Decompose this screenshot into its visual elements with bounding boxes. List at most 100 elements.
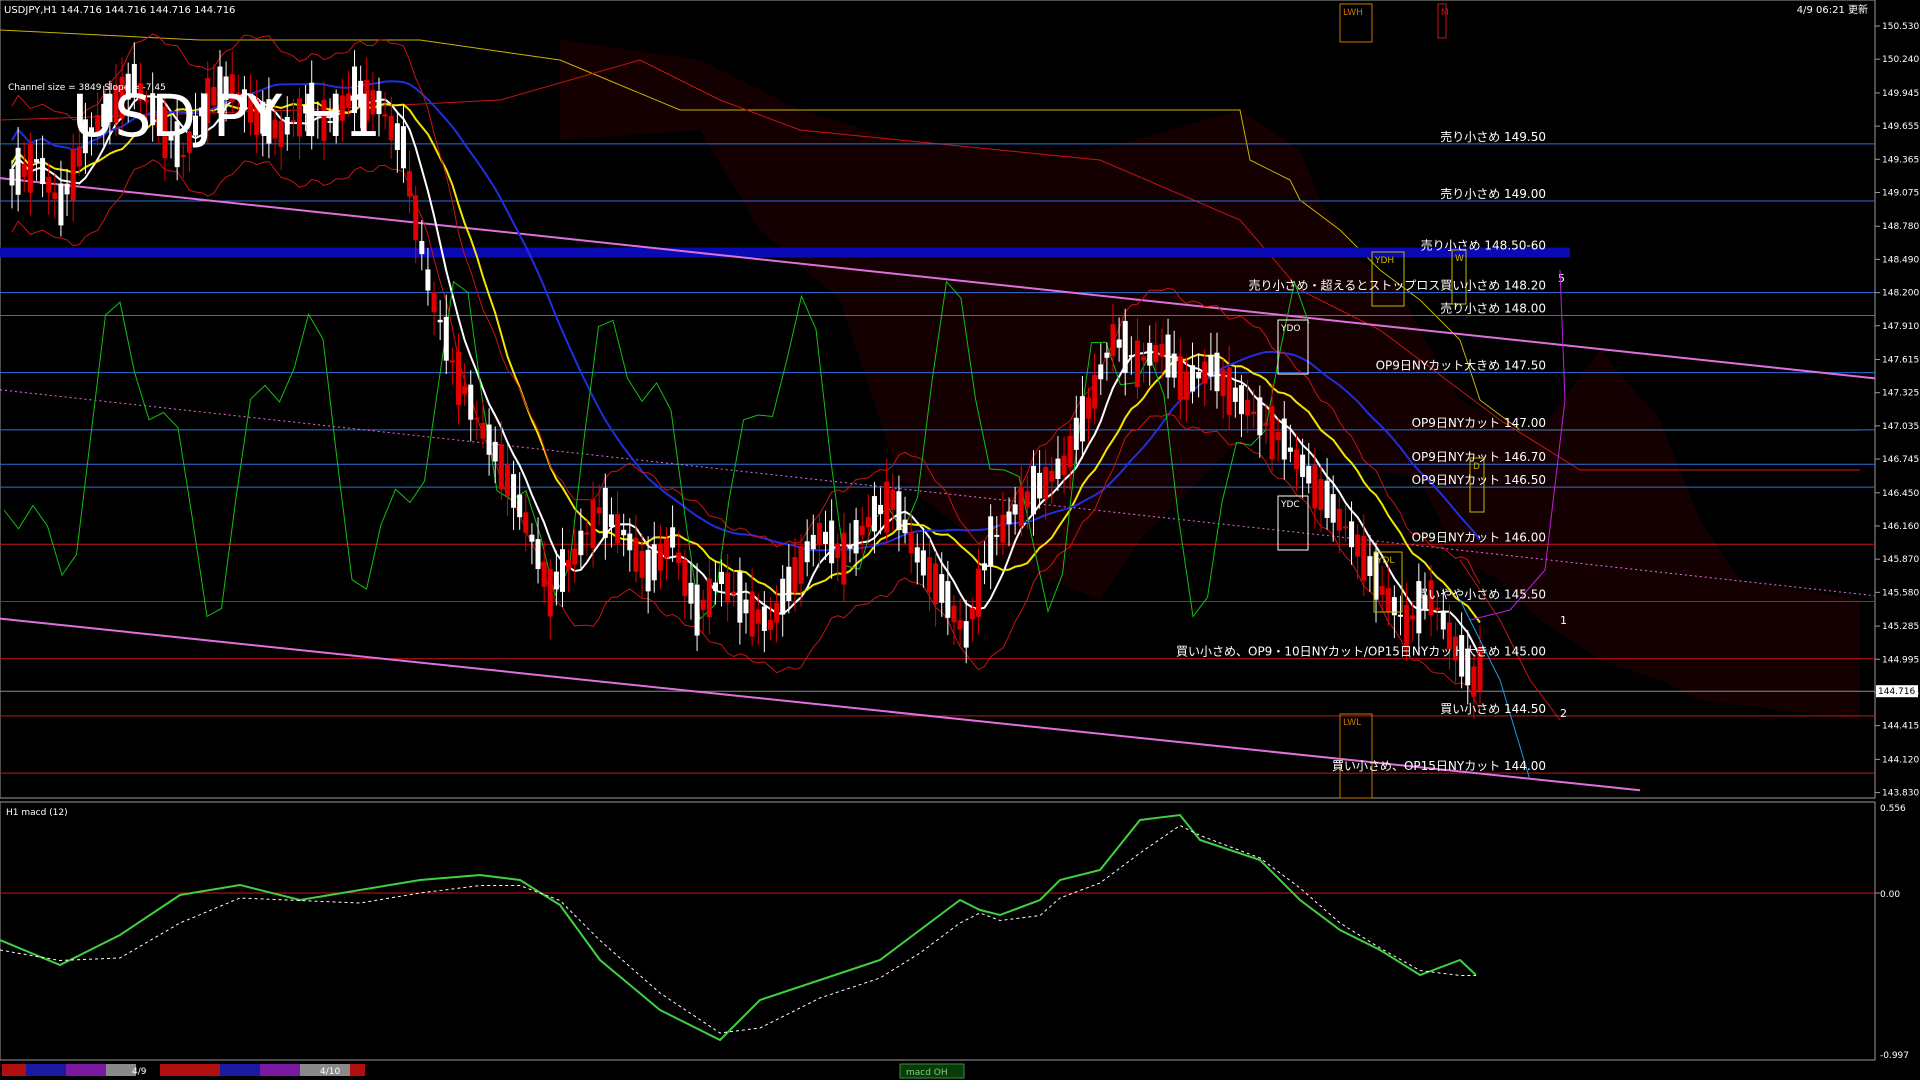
axis-tick-label: 150.240	[1882, 55, 1919, 65]
m-label: M	[1441, 8, 1449, 18]
forex-chart[interactable]: LWH MYDHYDOYDCYDLLWLDW125 売り小さめ 149.50売り小…	[0, 0, 1920, 1080]
axis-tick-label: 145.870	[1882, 555, 1919, 565]
candle-body	[804, 541, 810, 563]
candle-body	[486, 424, 492, 455]
candle-body	[706, 578, 712, 618]
candle-body	[1098, 364, 1104, 380]
level-label: 買い小さめ、OP15日NYカット 144.00	[1332, 759, 1546, 773]
candle-body	[1404, 605, 1410, 649]
candle-body	[1165, 334, 1171, 378]
level-label: OP9日NYカット 146.50	[1412, 473, 1546, 487]
candle-body	[1128, 355, 1134, 358]
macd-tab-label[interactable]: macd OH	[906, 1068, 948, 1078]
candle-body	[927, 557, 932, 593]
level-label: 買い小さめ、OP9・10日NYカット/OP15日NYカット大きめ 145.00	[1176, 645, 1546, 659]
level-label: OP9日NYカット 147.00	[1412, 416, 1546, 430]
candle-body	[566, 560, 572, 570]
candle-body	[529, 534, 535, 542]
candle-body	[835, 543, 841, 559]
wave-label-1: 1	[1560, 614, 1567, 627]
axis-tick-label: 149.655	[1882, 122, 1919, 132]
candle-body	[688, 582, 694, 604]
candle-body	[859, 525, 865, 536]
candle-body	[1263, 422, 1269, 426]
w-label: W	[1455, 254, 1464, 264]
candle-body	[70, 149, 76, 201]
candle-body	[712, 582, 718, 591]
candle-body	[951, 605, 957, 623]
candle-body	[419, 240, 425, 255]
axis-tick-label: 143.830	[1882, 789, 1919, 799]
candle-body	[1202, 361, 1208, 384]
candle-body	[743, 599, 749, 614]
candle-body	[829, 520, 835, 564]
candle-body	[1324, 480, 1330, 518]
candle-body	[737, 571, 743, 623]
axis-tick-label: 146.160	[1882, 522, 1919, 532]
candle-body	[767, 619, 773, 631]
axis-tick-label: 147.035	[1882, 422, 1919, 432]
axis-tick-label: 146.450	[1882, 489, 1919, 499]
candle-body	[1067, 435, 1073, 468]
candle-body	[914, 547, 920, 563]
candle-body	[1153, 344, 1159, 363]
level-label: 売り小さめ 148.00	[1440, 300, 1546, 315]
candle-body	[657, 543, 663, 571]
axis-tick-label: 144.415	[1882, 722, 1919, 732]
date-label: 4/10	[320, 1067, 340, 1077]
candle-body	[1294, 449, 1299, 470]
macd-tick-top: 0.556	[1880, 804, 1906, 814]
symbol-watermark: USDJPY H1	[72, 82, 381, 150]
candle-body	[1355, 534, 1361, 557]
candle-body	[180, 155, 186, 158]
candle-body	[871, 496, 877, 532]
candle-body	[1159, 344, 1165, 357]
wave-label-2: 2	[1560, 707, 1567, 720]
candle-body	[1287, 447, 1293, 452]
symbol-info: USDJPY,H1 144.716 144.716 144.716 144.71…	[4, 5, 235, 16]
candle-body	[456, 352, 462, 405]
candle-body	[1177, 356, 1183, 400]
macd-tick-bottom: -0.997	[1880, 1051, 1909, 1061]
level-label: 売り小さめ 148.50-60	[1421, 238, 1546, 253]
candle-body	[1232, 387, 1238, 402]
candle-body	[1116, 339, 1122, 348]
candle-body	[33, 159, 39, 163]
candle-body	[1079, 396, 1085, 442]
candle-body	[1379, 586, 1385, 595]
session-block	[260, 1064, 300, 1076]
candle-body	[602, 487, 608, 538]
candle-body	[388, 115, 394, 141]
candle-body	[474, 417, 480, 420]
ydh-label: YDH	[1374, 256, 1394, 266]
candle-body	[1226, 367, 1232, 415]
candle-body	[780, 578, 786, 615]
candle-body	[945, 581, 951, 618]
candle-body	[425, 269, 431, 291]
candle-body	[560, 549, 565, 592]
ydo-label: YDO	[1280, 324, 1301, 334]
candle-body	[27, 143, 33, 193]
candle-body	[547, 568, 553, 617]
candle-body	[1251, 411, 1257, 415]
candle-body	[1055, 458, 1061, 479]
current-price-label: 144.716	[1878, 687, 1915, 697]
session-block	[26, 1064, 66, 1076]
candle-body	[798, 546, 804, 584]
candle-body	[969, 607, 975, 620]
candle-body	[1110, 324, 1116, 357]
candle-body	[1018, 486, 1024, 527]
candle-body	[64, 183, 70, 195]
session-block	[160, 1064, 220, 1076]
candle-body	[1147, 342, 1153, 366]
candle-body	[1104, 352, 1110, 358]
candle-body	[957, 620, 963, 630]
candle-body	[553, 571, 559, 590]
candle-body	[590, 499, 596, 549]
candle-body	[535, 539, 541, 570]
candle-body	[1183, 371, 1189, 400]
wave-label-5: 5	[1558, 272, 1565, 285]
candle-body	[1073, 417, 1079, 450]
candle-body	[853, 520, 859, 554]
candle-body	[633, 537, 639, 572]
